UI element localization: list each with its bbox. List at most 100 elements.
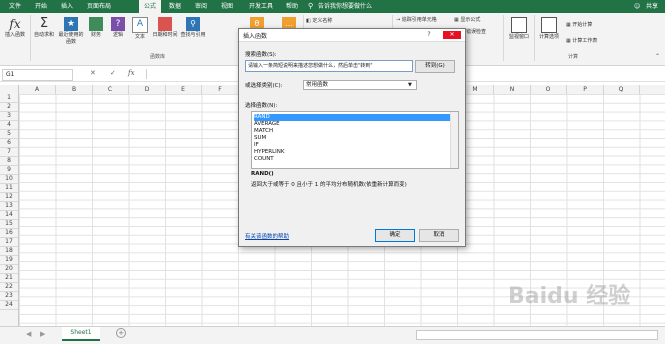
tab-home[interactable]: 开始 xyxy=(30,0,52,13)
ok-button[interactable]: 确定 xyxy=(375,229,415,242)
row-header[interactable]: 20 xyxy=(0,265,18,274)
calc-sheet-label: 计算工作表 xyxy=(572,38,598,44)
column-header[interactable]: N xyxy=(494,85,531,94)
column-header[interactable]: F xyxy=(202,85,239,94)
function-help-link[interactable]: 有关该函数的帮助 xyxy=(245,232,289,240)
row-header[interactable]: 4 xyxy=(0,121,18,130)
tab-help[interactable]: 帮助 xyxy=(281,0,303,13)
list-item[interactable]: MATCH xyxy=(254,128,450,135)
text-label: 文本 xyxy=(134,34,145,40)
row-header[interactable]: 13 xyxy=(0,202,18,211)
row-header[interactable]: 1 xyxy=(0,94,18,103)
select-function-label: 选择函数(N): xyxy=(245,103,278,109)
row-header[interactable]: 11 xyxy=(0,184,18,193)
row-header[interactable]: 5 xyxy=(0,130,18,139)
watch-window-button[interactable]: 监视窗口 xyxy=(506,17,532,40)
list-item[interactable]: COUNT xyxy=(254,156,450,163)
row-header[interactable]: 21 xyxy=(0,274,18,283)
tab-insert[interactable]: 插入 xyxy=(56,0,78,13)
financial-label: 财务 xyxy=(90,32,101,38)
tab-view[interactable]: 视图 xyxy=(216,0,238,13)
show-formulas-label: 显示公式 xyxy=(460,17,481,23)
column-header[interactable]: Q xyxy=(603,85,640,94)
row-header[interactable]: 22 xyxy=(0,283,18,292)
autosum-label: 自动求和 xyxy=(33,32,54,38)
insert-function-button[interactable]: fx 插入函数 xyxy=(2,17,28,38)
tab-data[interactable]: 数据 xyxy=(164,0,186,13)
close-icon[interactable]: ✕ xyxy=(443,31,461,39)
calculate-sheet-button[interactable]: ▦ 计算工作表 xyxy=(566,37,614,44)
tab-review[interactable]: 审阅 xyxy=(190,0,212,13)
row-header[interactable]: 15 xyxy=(0,220,18,229)
lookup-button[interactable]: ⚲ 查找与引用 xyxy=(180,17,206,38)
list-item[interactable]: AVERAGE xyxy=(254,121,450,128)
row-header[interactable]: 19 xyxy=(0,256,18,265)
tab-page-layout[interactable]: 页面布局 xyxy=(82,0,116,13)
list-item[interactable]: SUM xyxy=(254,135,450,142)
row-header[interactable]: 23 xyxy=(0,292,18,301)
calc-options-button[interactable]: 计算选项 xyxy=(536,17,562,40)
name-box[interactable]: G1 xyxy=(2,69,73,81)
goto-button[interactable]: 转到(G) xyxy=(415,60,455,73)
share-button[interactable]: 共享 xyxy=(642,0,662,13)
row-header[interactable]: 2 xyxy=(0,103,18,112)
financial-button[interactable]: 财务 xyxy=(86,17,106,38)
tell-me-search[interactable]: 告诉我你想要做什么 xyxy=(318,0,408,13)
text-button[interactable]: A 文本 xyxy=(130,17,150,40)
tab-file[interactable]: 文件 xyxy=(4,0,26,13)
watermark: Baidu 经验 xyxy=(508,284,631,309)
calculate-now-button[interactable]: ▦ 开始计算 xyxy=(566,21,610,28)
column-header[interactable]: O xyxy=(530,85,567,94)
select-all-corner[interactable] xyxy=(0,85,19,94)
cancel-icon[interactable]: ✕ xyxy=(90,69,96,77)
row-header[interactable]: 14 xyxy=(0,211,18,220)
row-header[interactable]: 7 xyxy=(0,148,18,157)
datetime-button[interactable]: 日期和时间 xyxy=(152,17,178,38)
tab-formulas[interactable]: 公式 xyxy=(139,0,161,13)
row-header[interactable]: 24 xyxy=(0,301,18,310)
column-header[interactable]: E xyxy=(165,85,202,94)
horizontal-scrollbar[interactable] xyxy=(416,330,658,340)
add-sheet-icon[interactable]: + xyxy=(116,328,126,338)
sheet-tab-sheet1[interactable]: Sheet1 xyxy=(62,327,100,341)
monitor-icon xyxy=(511,17,527,33)
cancel-button[interactable]: 取消 xyxy=(419,229,459,242)
column-header[interactable]: B xyxy=(56,85,93,94)
category-select[interactable]: 常用函数 ▼ xyxy=(303,80,417,90)
column-header[interactable]: P xyxy=(567,85,604,94)
row-header[interactable]: 16 xyxy=(0,229,18,238)
column-header[interactable]: A xyxy=(19,85,56,94)
collapse-ribbon-icon[interactable]: ⌃ xyxy=(655,53,660,60)
fx-icon[interactable]: fx xyxy=(128,69,135,77)
error-check-button[interactable]: 错误检查 xyxy=(466,28,500,35)
row-header[interactable]: 8 xyxy=(0,157,18,166)
row-header[interactable]: 18 xyxy=(0,247,18,256)
column-header[interactable]: C xyxy=(92,85,129,94)
autosum-button[interactable]: Σ 自动求和 xyxy=(32,17,56,39)
list-item[interactable]: IF xyxy=(254,142,450,149)
show-formulas-button[interactable]: ▦ 显示公式 xyxy=(454,16,500,23)
enter-icon[interactable]: ✓ xyxy=(110,69,116,77)
lightbulb-icon: ⚲ xyxy=(308,2,314,10)
search-function-input[interactable]: 请输入一条简短说明来描述您想做什么，然后单击"转到" xyxy=(245,60,413,72)
recent-functions-button[interactable]: ★ 最近使用的函数 xyxy=(58,17,84,45)
column-header[interactable]: D xyxy=(129,85,166,94)
tab-developer[interactable]: 开发工具 xyxy=(244,0,278,13)
row-header[interactable]: 10 xyxy=(0,175,18,184)
row-header[interactable]: 9 xyxy=(0,166,18,175)
prev-sheet-icon[interactable]: ◀ xyxy=(26,330,31,338)
row-header[interactable]: 17 xyxy=(0,238,18,247)
sheet-tab-bar: ◀ ▶ Sheet1 + xyxy=(0,326,665,344)
next-sheet-icon[interactable]: ▶ xyxy=(40,330,45,338)
row-header[interactable]: 6 xyxy=(0,139,18,148)
list-item[interactable]: RAND xyxy=(254,114,450,121)
logical-button[interactable]: ? 逻辑 xyxy=(108,17,128,38)
list-scrollbar[interactable] xyxy=(450,112,458,168)
fx-icon: fx xyxy=(9,17,21,31)
help-icon[interactable]: ? xyxy=(423,31,435,39)
row-header[interactable]: 12 xyxy=(0,193,18,202)
function-list[interactable]: RAND AVERAGE MATCH SUM IF HYPERLINK COUN… xyxy=(251,111,459,169)
list-item[interactable]: HYPERLINK xyxy=(254,149,450,156)
row-header[interactable]: 3 xyxy=(0,112,18,121)
define-name-button[interactable]: ◧ 定义名称 xyxy=(306,17,366,24)
